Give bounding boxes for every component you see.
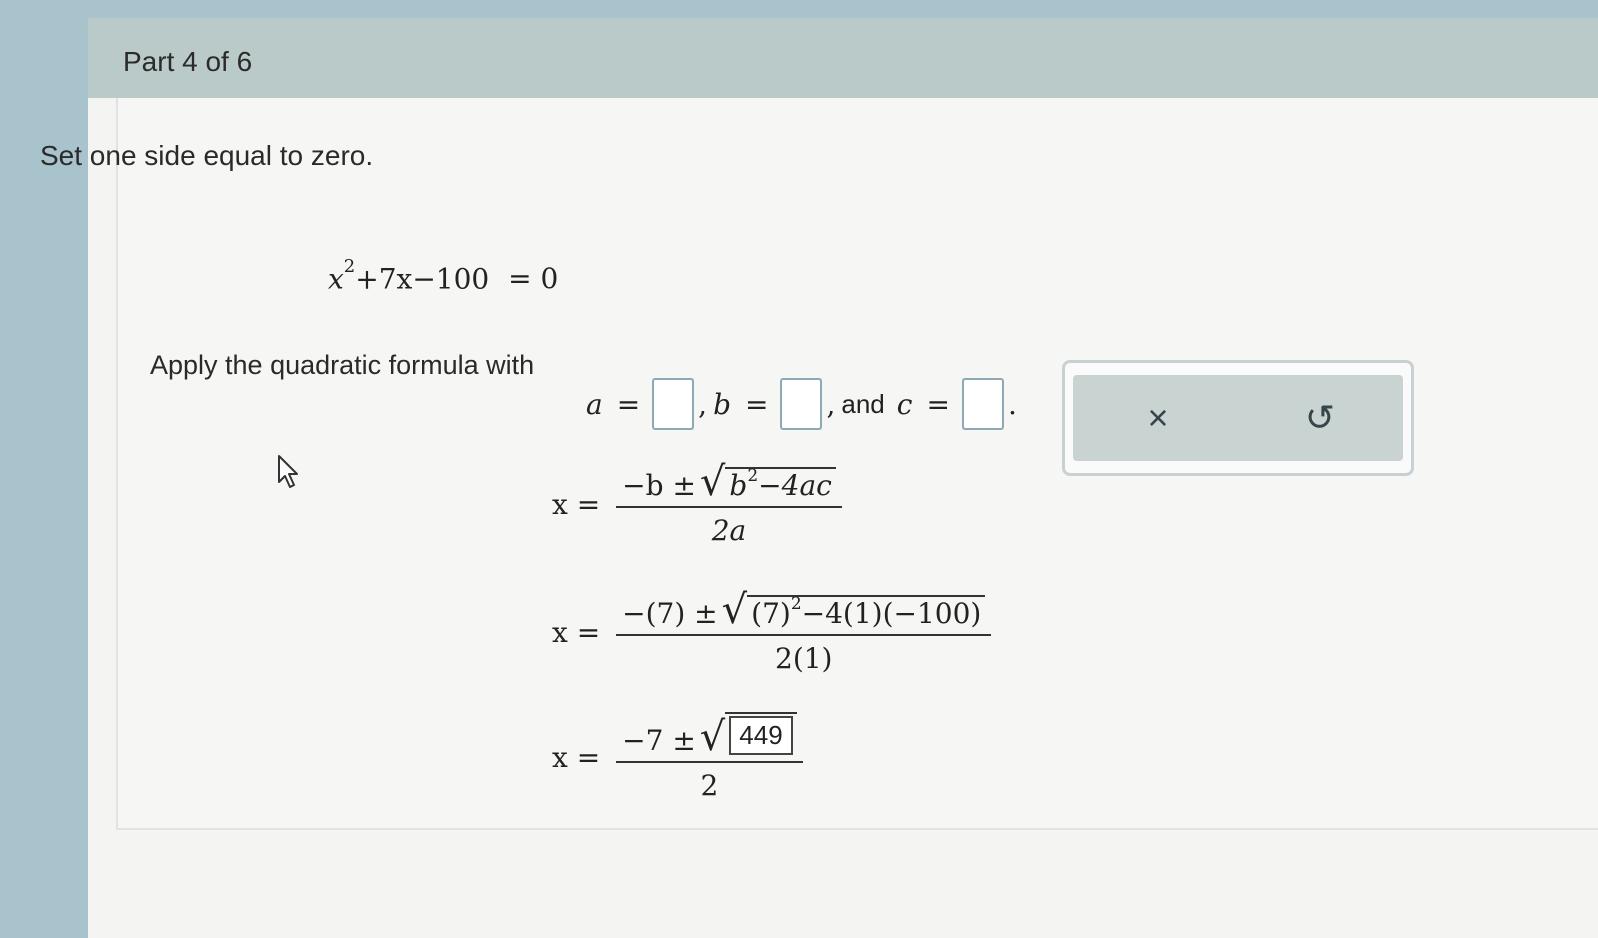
a-input[interactable] [652, 378, 695, 430]
instruction-text: Set one side equal to zero. [40, 140, 374, 171]
part-header: Part 4 of 6 [88, 18, 1598, 98]
formula1-lhs: x = [552, 488, 601, 521]
simplified-formula: x = −7 ± √ 449 2 [552, 712, 803, 802]
substituted-formula: x = −(7) ± √ (7)2−4(1)(−100) 2(1) [552, 590, 992, 675]
formula2-radicand-base: (7) [751, 597, 791, 630]
formula3-denominator: 2 [700, 769, 719, 802]
radicand-answer-input[interactable]: 449 [729, 716, 793, 755]
equation: x2+7x−100 = 0 [328, 256, 559, 296]
formula2-radicand-rest: −4(1)(−100) [801, 597, 982, 630]
a-label: a [586, 387, 603, 421]
part-label: Part 4 of 6 [123, 46, 253, 77]
radical-icon: √ [699, 714, 726, 760]
formula2-sqrt: √ (7)2−4(1)(−100) [722, 590, 986, 630]
formula1-sqrt: √ b2−4ac [700, 462, 836, 502]
undo-icon[interactable]: ↺ [1295, 393, 1345, 443]
coefficient-row: a = , b = , and c = . [580, 378, 1017, 430]
formula1-numer-prefix: −b ± [622, 469, 696, 502]
formula2-radicand-exp: 2 [790, 593, 802, 614]
radical-icon: √ [721, 587, 748, 633]
equation-variable: x [328, 262, 344, 296]
and-text: and [841, 388, 885, 419]
formula1-fraction: −b ± √ b2−4ac 2a [616, 462, 842, 547]
apply-text: Apply the quadratic formula with [150, 350, 535, 380]
formula2-radicand: (7)2−4(1)(−100) [747, 593, 986, 630]
formula1-radicand: b2−4ac [725, 465, 836, 502]
b-label: b [713, 387, 732, 421]
b-equals: = [745, 387, 769, 421]
period: . [1007, 387, 1017, 421]
formula3-numerator: −7 ± √ 449 [616, 712, 803, 761]
equation-rest: +7x−100 [355, 262, 490, 296]
formula1-radicand-rest: −4ac [758, 469, 832, 502]
c-equals: = [926, 387, 950, 421]
formula1-radicand-exp: 2 [747, 465, 759, 486]
formula3-radicand: 449 [725, 712, 797, 757]
toolbox-bar: × ↺ [1073, 375, 1403, 461]
comma-1: , [698, 387, 708, 421]
equation-exponent: 2 [343, 256, 356, 277]
formula3-lhs: x = [552, 740, 601, 774]
formula2-numer-prefix: −(7) ± [622, 597, 718, 630]
c-input[interactable] [961, 378, 1004, 430]
formula1-denominator: 2a [711, 514, 747, 547]
radical-icon: √ [699, 459, 726, 505]
clear-icon[interactable]: × [1133, 393, 1183, 443]
comma-2: , [826, 387, 836, 421]
formula2-fraction: −(7) ± √ (7)2−4(1)(−100) 2(1) [616, 590, 992, 675]
formula3-sqrt: √ 449 [700, 712, 797, 757]
equation-rhs: = 0 [508, 262, 559, 296]
c-label: c [896, 387, 913, 421]
a-equals: = [616, 387, 641, 421]
formula2-denominator: 2(1) [775, 642, 833, 675]
formula3-fraction: −7 ± √ 449 2 [616, 712, 803, 802]
quadratic-formula: x = −b ± √ b2−4ac 2a [552, 462, 842, 547]
mouse-cursor-icon [278, 455, 298, 488]
formula1-radicand-base: b [729, 469, 748, 502]
formula3-numer-prefix: −7 ± [622, 724, 696, 757]
formula2-numerator: −(7) ± √ (7)2−4(1)(−100) [616, 590, 991, 634]
formula2-lhs: x = [552, 616, 601, 649]
b-input[interactable] [780, 378, 823, 430]
answer-toolbox: × ↺ [1062, 360, 1414, 476]
formula1-numerator: −b ± √ b2−4ac [616, 462, 842, 506]
